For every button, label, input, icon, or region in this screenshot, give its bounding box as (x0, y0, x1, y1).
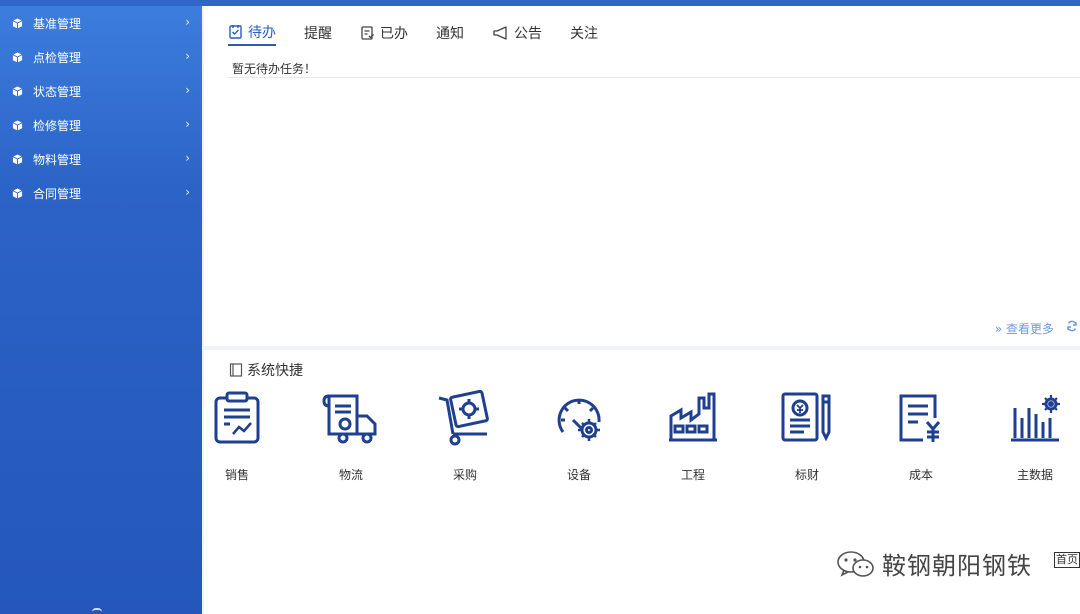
tab-todo[interactable]: 待办 (228, 20, 276, 46)
logistics-icon (322, 394, 377, 444)
tab-notice[interactable]: 通知 (436, 20, 464, 46)
sidebar-item-contracts[interactable]: 合同管理 › (0, 176, 202, 210)
sidebar-item-materials[interactable]: 物料管理 › (0, 142, 202, 176)
shortcut-equipment[interactable]: 设备 (539, 390, 619, 483)
sales-icon (214, 391, 260, 444)
sidebar-collapse-handle[interactable] (92, 608, 102, 612)
divider (228, 77, 1080, 78)
shortcut-label: 工程 (680, 468, 705, 482)
cube-icon (12, 17, 23, 29)
cube-icon (12, 153, 23, 165)
shortcut-label: 销售 (224, 468, 249, 482)
section-title-label: 系统快捷 (247, 363, 303, 379)
finance-icon (781, 392, 831, 442)
task-panel: 待办 提醒 已办 通知 公告 关注 暂无待办任务！ » 查看更多 (204, 6, 1080, 346)
watermark: 鞍钢朝阳钢铁 (836, 546, 1032, 581)
tab-label: 待办 (248, 25, 276, 41)
shortcut-label: 采购 (452, 468, 477, 482)
empty-task-message: 暂无待办任务！ (232, 62, 317, 76)
refresh-icon[interactable] (1066, 320, 1078, 332)
master-data-icon (1011, 395, 1060, 442)
sidebar-item-label: 基准管理 (33, 16, 82, 31)
cube-icon (12, 187, 23, 199)
shortcut-label: 设备 (566, 468, 591, 482)
shortcut-cost[interactable]: 成本 (881, 390, 961, 483)
task-tabs: 待办 提醒 已办 通知 公告 关注 (228, 20, 626, 48)
done-icon (361, 26, 374, 40)
book-icon (229, 363, 243, 377)
engineering-icon (669, 392, 717, 442)
view-more-link[interactable]: » 查看更多 (995, 320, 1054, 337)
tab-done[interactable]: 已办 (360, 20, 408, 46)
cube-icon (12, 85, 23, 97)
tab-reminder[interactable]: 提醒 (304, 20, 332, 46)
shortcut-label: 物流 (338, 468, 363, 482)
sidebar-item-label: 物料管理 (33, 152, 82, 167)
sidebar-item-benchmark[interactable]: 基准管理 › (0, 6, 202, 40)
watermark-text: 鞍钢朝阳钢铁 (882, 552, 1032, 580)
sidebar-item-inspection[interactable]: 点检管理 › (0, 40, 202, 74)
cost-icon (899, 394, 941, 442)
shortcut-engineering[interactable]: 工程 (653, 390, 733, 483)
tab-follow[interactable]: 关注 (570, 20, 598, 46)
shortcut-purchase[interactable]: 采购 (425, 390, 505, 483)
chevron-right-icon: › (185, 83, 190, 97)
shortcut-logistics[interactable]: 物流 (311, 390, 391, 483)
shortcut-label: 主数据 (1016, 468, 1053, 482)
sidebar-item-status[interactable]: 状态管理 › (0, 74, 202, 108)
wechat-icon (837, 550, 874, 577)
purchase-icon (438, 390, 489, 446)
tab-label: 关注 (570, 26, 598, 42)
megaphone-icon (493, 26, 507, 40)
shortcut-master-data[interactable]: 主数据 (995, 390, 1075, 483)
equipment-icon (557, 398, 601, 441)
sidebar-item-label: 点检管理 (33, 50, 82, 65)
shortcut-label: 标财 (794, 468, 819, 482)
chevron-right-icon: › (185, 15, 190, 29)
sidebar-item-label: 合同管理 (33, 186, 82, 201)
sidebar-item-label: 检修管理 (33, 118, 82, 133)
cube-icon (12, 51, 23, 63)
shortcut-label: 成本 (908, 468, 933, 482)
chevron-right-icon: › (185, 185, 190, 199)
tab-label: 提醒 (304, 26, 332, 42)
shortcut-finance[interactable]: 标财 (767, 390, 847, 483)
sidebar: 基准管理 › 点检管理 › 状态管理 › 检修管理 › 物料管理 › 合同管理 … (0, 6, 202, 614)
sidebar-item-maintenance[interactable]: 检修管理 › (0, 108, 202, 142)
todo-icon (229, 25, 242, 39)
chevron-right-icon: › (185, 49, 190, 63)
chevron-right-icon: › (185, 117, 190, 131)
tab-label: 公告 (514, 26, 542, 42)
section-title: 系统快捷 (228, 360, 303, 380)
cube-icon (12, 119, 23, 131)
sidebar-item-label: 状态管理 (33, 84, 82, 99)
chevron-right-icon: › (185, 151, 190, 165)
home-badge[interactable]: 首页 (1054, 552, 1080, 568)
tab-label: 已办 (380, 26, 408, 42)
tab-announcement[interactable]: 公告 (492, 20, 542, 46)
tab-label: 通知 (436, 26, 464, 42)
shortcut-sales[interactable]: 销售 (197, 390, 277, 483)
